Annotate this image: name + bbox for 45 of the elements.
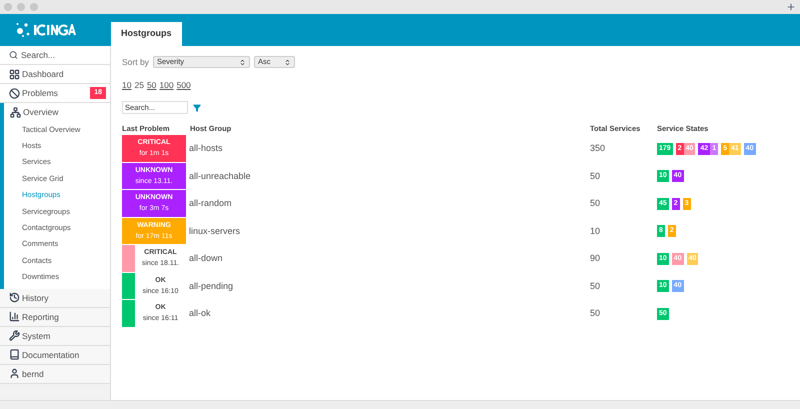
nav-item[interactable]: Overview xyxy=(4,103,110,121)
search-field[interactable]: Search... xyxy=(0,46,110,65)
page-size-link[interactable]: 10 xyxy=(122,79,132,91)
nav-item[interactable]: Dashboard xyxy=(0,65,110,84)
nav-item[interactable]: History xyxy=(0,288,110,308)
page-size-link[interactable]: 500 xyxy=(176,79,191,91)
grid-icon xyxy=(9,68,20,80)
nav-item[interactable]: Documentation xyxy=(0,346,110,365)
table-cell-text: 10 xyxy=(590,224,602,238)
nav-item[interactable]: Reporting xyxy=(0,308,110,327)
logo-dots-icon xyxy=(16,22,30,38)
search-icon xyxy=(9,50,18,60)
tab[interactable]: Hostgroups xyxy=(111,22,182,46)
book-icon xyxy=(9,349,20,360)
table-cell-text: all-unreachable xyxy=(189,170,252,182)
wrench-icon xyxy=(9,330,20,342)
page-size-link[interactable]: 50 xyxy=(146,79,156,91)
table-cell-text: all-ok xyxy=(189,307,212,320)
table-cell-text: all-pending xyxy=(189,280,234,293)
page-size-link[interactable]: 100 xyxy=(159,79,174,91)
table-cell-text: 50 xyxy=(590,280,602,292)
table-cell-text: all-hosts xyxy=(189,142,224,155)
sort-label: Sort by xyxy=(122,56,149,68)
user-icon xyxy=(9,368,20,380)
select-arrows-icon xyxy=(238,58,246,66)
select-arrows-icon xyxy=(284,58,291,66)
nav-item[interactable]: System xyxy=(0,326,110,346)
history-icon xyxy=(9,292,20,304)
logo-wordmark-icon xyxy=(34,24,76,36)
filter-icon[interactable] xyxy=(193,104,201,112)
nav-item[interactable]: bernd xyxy=(0,364,110,384)
table-cell-text: 50 xyxy=(590,307,602,320)
search-field[interactable]: Search... xyxy=(21,48,101,62)
blocked-icon xyxy=(9,88,20,98)
bar-chart-icon xyxy=(9,311,20,322)
table-cell-text: linux-servers xyxy=(189,224,242,238)
table-cell-text: 90 xyxy=(590,252,602,265)
table-cell-text: all-down xyxy=(189,252,224,265)
table-cell-text: 50 xyxy=(590,170,602,182)
table-cell-text: 50 xyxy=(590,197,602,210)
page-size-link[interactable]: 25 xyxy=(134,79,144,91)
table-cell-text: all-random xyxy=(189,197,233,210)
new-tab-icon[interactable] xyxy=(786,2,796,12)
hierarchy-icon xyxy=(10,106,21,118)
table-cell-text: 350 xyxy=(590,142,606,155)
